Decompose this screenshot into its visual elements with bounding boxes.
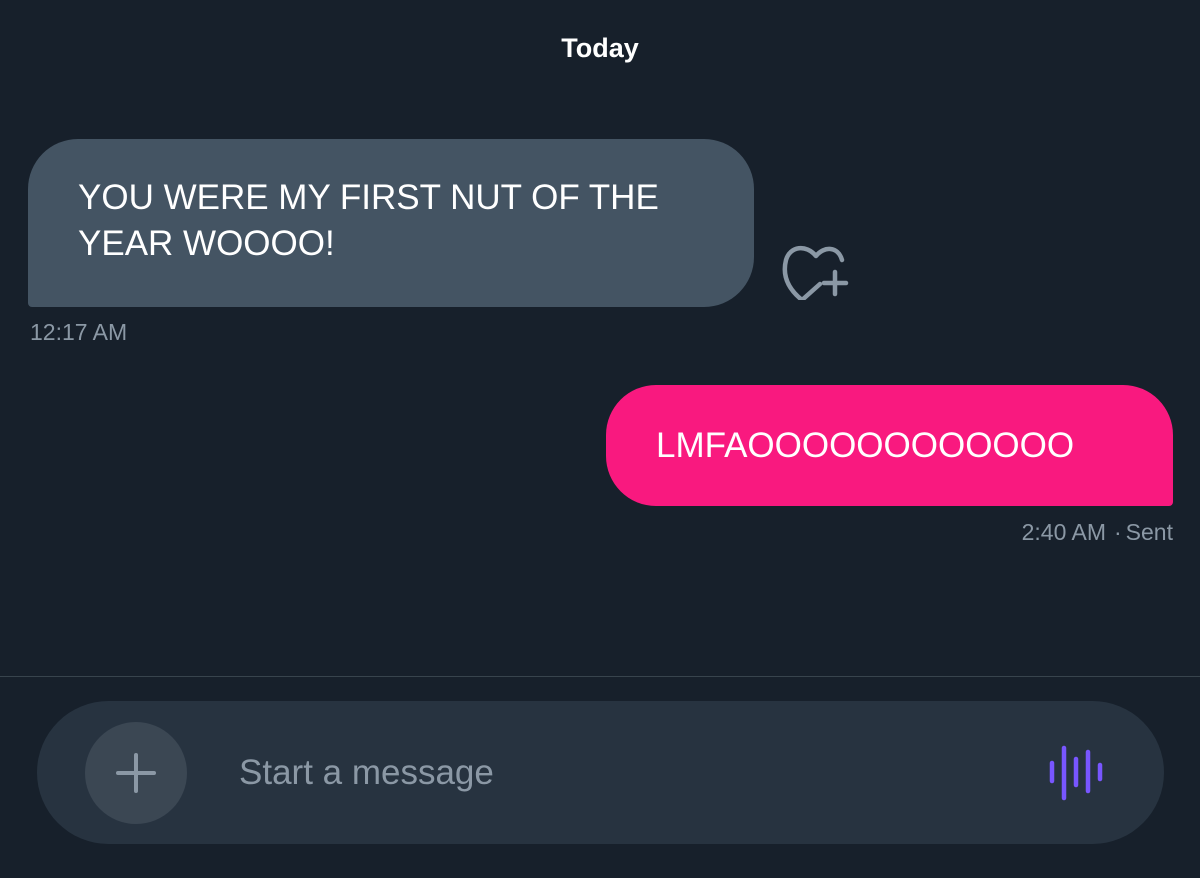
message-timestamp: 12:17 AM — [30, 319, 128, 345]
message-timestamp: 2:40 AM — [1021, 519, 1106, 545]
message-composer — [37, 701, 1164, 844]
voice-message-button[interactable] — [1046, 743, 1112, 803]
message-meta: 2:40 AM · Sent — [1022, 518, 1173, 546]
message-input[interactable] — [239, 745, 999, 801]
voice-waveform-icon — [1049, 745, 1103, 801]
message-text: YOU WERE MY FIRST NUT OF THE YEAR WOOOO! — [78, 178, 659, 263]
add-media-button[interactable] — [85, 722, 187, 824]
meta-separator: · — [1114, 519, 1122, 545]
message-sent[interactable]: LMFAOOOOOOOOOOOO — [606, 385, 1173, 506]
date-divider: Today — [561, 33, 639, 63]
composer-divider — [0, 676, 1200, 677]
message-text: LMFAOOOOOOOOOOOO — [656, 426, 1075, 465]
plus-icon — [116, 753, 156, 793]
message-received[interactable]: YOU WERE MY FIRST NUT OF THE YEAR WOOOO! — [28, 139, 754, 307]
message-status: Sent — [1125, 519, 1173, 545]
heart-plus-icon — [782, 246, 849, 303]
add-reaction-button[interactable] — [782, 240, 852, 303]
